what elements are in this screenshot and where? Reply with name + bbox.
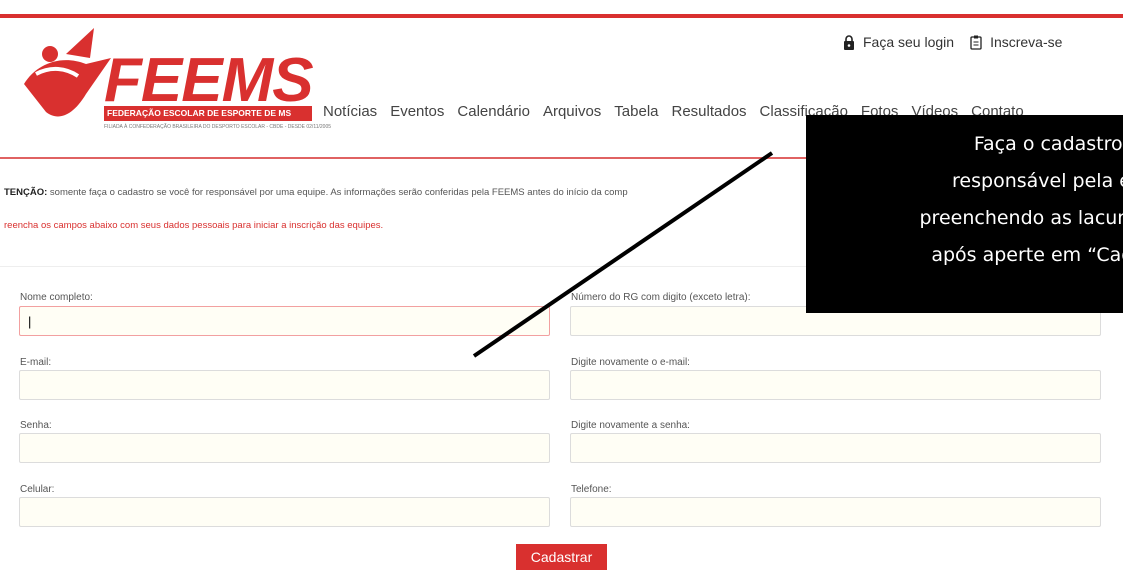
lock-icon <box>843 35 855 50</box>
phone-input[interactable] <box>570 497 1101 527</box>
notice-text: somente faça o cadastro se você for resp… <box>47 187 627 198</box>
logo-wordmark: FEEMS <box>104 50 313 112</box>
form-instruction: reencha os campos abaixo com seus dados … <box>4 220 383 231</box>
attention-notice: TENÇÃO: somente faça o cadastro se você … <box>4 187 628 198</box>
login-link[interactable]: Faça seu login <box>843 34 954 50</box>
notice-prefix: TENÇÃO: <box>4 187 47 198</box>
mobile-input[interactable] <box>19 497 550 527</box>
signup-link[interactable]: Inscreva-se <box>970 34 1062 50</box>
nav-item-resultados[interactable]: Resultados <box>672 103 747 120</box>
password-label: Senha: <box>20 420 52 431</box>
instruction-callout: Faça o cadastro se f responsável pela eq… <box>806 115 1123 313</box>
rg-label: Número do RG com digito (exceto letra): <box>571 292 751 303</box>
email-label: E-mail: <box>20 357 51 368</box>
login-label: Faça seu login <box>863 34 954 50</box>
email-confirm-input[interactable] <box>570 370 1101 400</box>
callout-line: após aperte em “Cada <box>931 244 1123 266</box>
nav-item-eventos[interactable]: Eventos <box>390 103 444 120</box>
account-links: Faça seu login Inscreva-se <box>843 34 1062 50</box>
email-input[interactable] <box>19 370 550 400</box>
password-confirm-input[interactable] <box>570 433 1101 463</box>
email-confirm-label: Digite novamente o e-mail: <box>571 357 690 368</box>
mobile-label: Celular: <box>20 484 54 495</box>
nav-item-calendario[interactable]: Calendário <box>457 103 530 120</box>
athlete-logo-icon <box>16 24 116 124</box>
logo-tagline: FILIADA À CONFEDERAÇÃO BRASILEIRA DO DES… <box>104 124 331 130</box>
logo-subtitle: FEDERAÇÃO ESCOLAR DE ESPORTE DE MS <box>104 106 312 121</box>
signup-label: Inscreva-se <box>990 34 1062 50</box>
password-input[interactable] <box>19 433 550 463</box>
feems-logo[interactable]: FEEMS FEDERAÇÃO ESCOLAR DE ESPORTE DE MS… <box>16 24 301 124</box>
nav-item-arquivos[interactable]: Arquivos <box>543 103 601 120</box>
password-confirm-label: Digite novamente a senha: <box>571 420 690 431</box>
callout-line: responsável pela eq <box>952 170 1123 192</box>
full-name-label: Nome completo: <box>20 292 93 303</box>
clipboard-icon <box>970 35 982 50</box>
nav-item-noticias[interactable]: Notícias <box>323 103 377 120</box>
callout-line: preenchendo as lacuna <box>920 207 1123 229</box>
full-name-input[interactable] <box>19 306 550 336</box>
cadastrar-button[interactable]: Cadastrar <box>516 544 607 570</box>
phone-label: Telefone: <box>571 484 612 495</box>
callout-line: Faça o cadastro se f <box>974 133 1123 155</box>
top-accent-bar <box>0 14 1123 18</box>
nav-item-tabela[interactable]: Tabela <box>614 103 658 120</box>
